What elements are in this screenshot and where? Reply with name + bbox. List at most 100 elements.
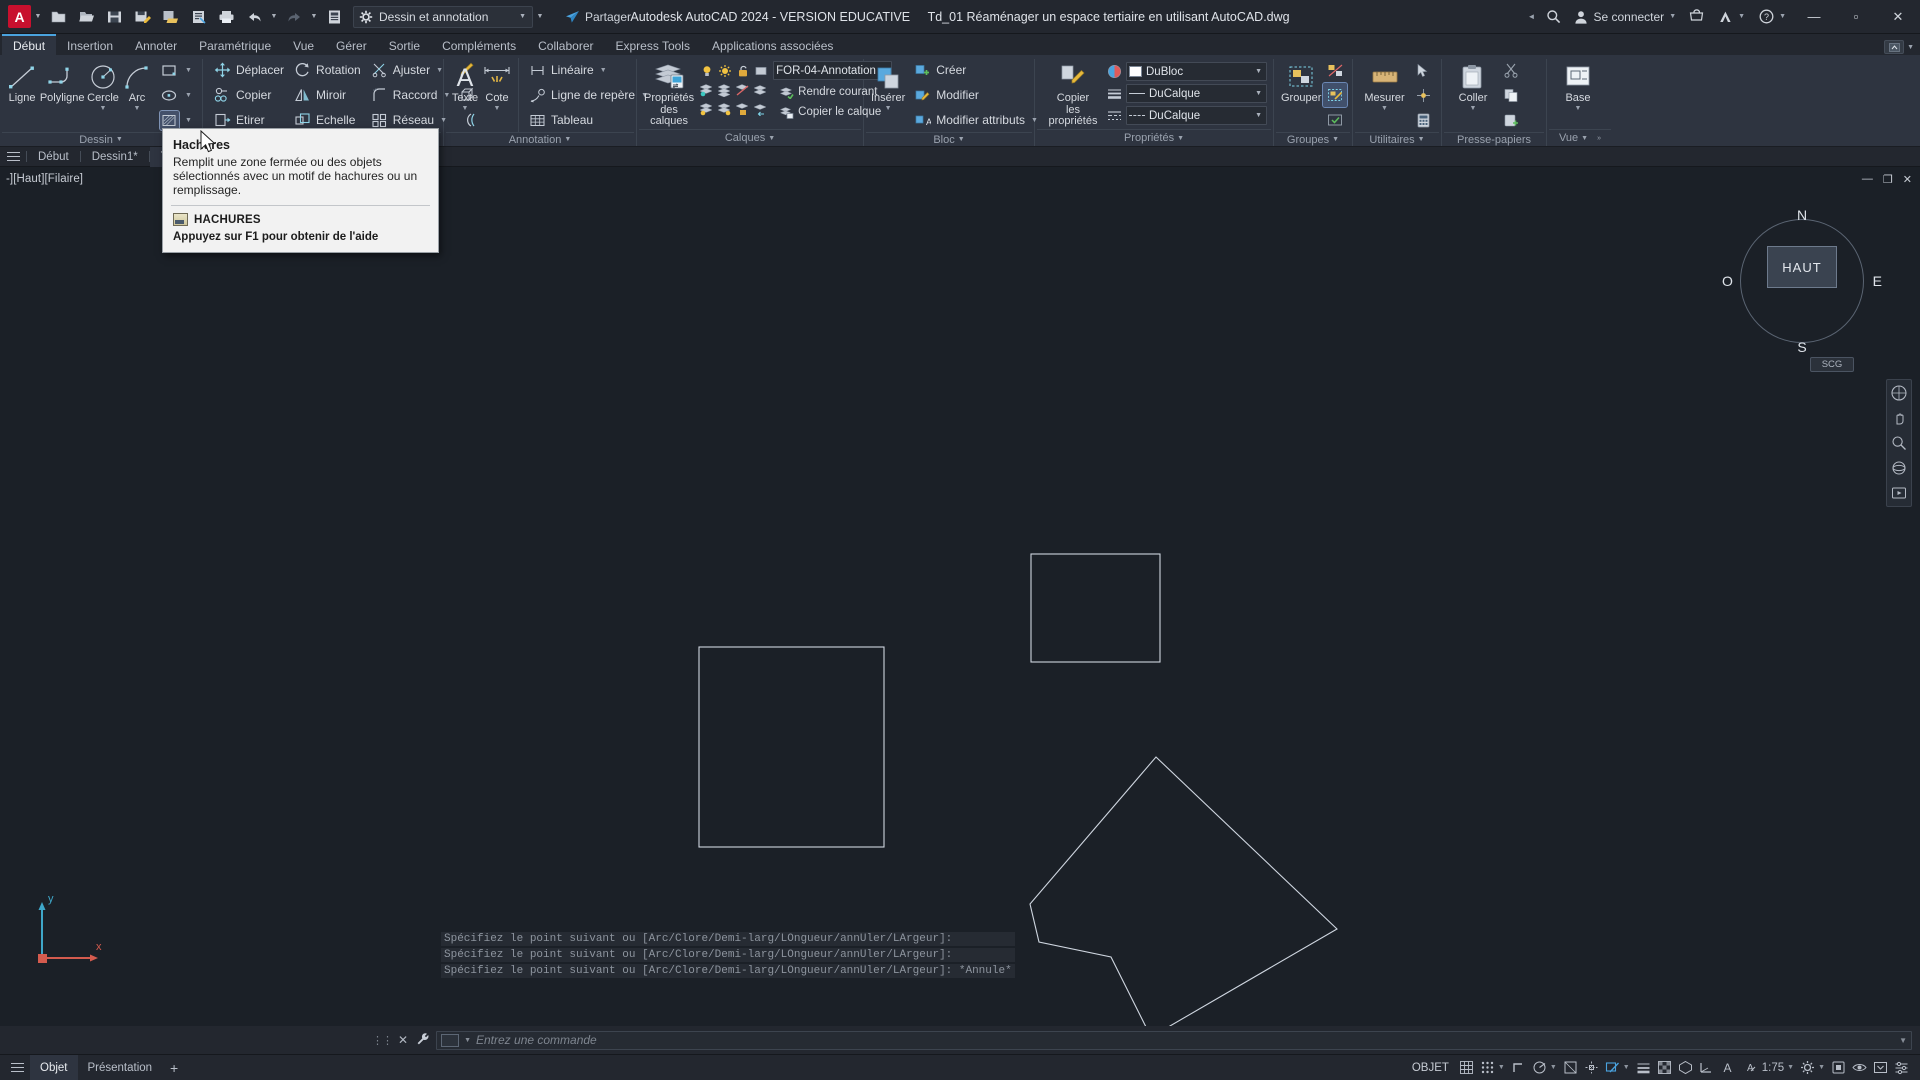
paste-dropdown-icon[interactable]: ▼ <box>1470 105 1477 112</box>
ribbon-tab-gerer[interactable]: Gérer <box>325 34 378 55</box>
app-menu-chevron-icon[interactable]: ▼ <box>33 0 43 33</box>
polygon-shape[interactable] <box>1029 756 1338 1026</box>
batch-plot-icon[interactable] <box>321 4 347 30</box>
qat-customize-icon[interactable]: ▼ <box>535 0 545 33</box>
command-line-grip-icon[interactable]: ⋮⋮ <box>372 1034 393 1047</box>
pan-icon[interactable] <box>1890 409 1908 427</box>
ribbon-tab-debut[interactable]: Début <box>2 34 57 55</box>
search-prev-icon[interactable]: ◄ <box>1525 12 1539 21</box>
layer-on-all-icon[interactable] <box>698 101 715 119</box>
undo-dropdown-icon[interactable]: ▼ <box>269 0 279 33</box>
line-button[interactable]: Ligne <box>6 58 38 104</box>
base-view-dropdown-icon[interactable]: ▼ <box>1575 105 1582 112</box>
match-properties-button[interactable]: Copier les propriétés <box>1041 58 1105 127</box>
polar-tracking-icon[interactable] <box>1529 1055 1550 1080</box>
ribbon-tab-vue[interactable]: Vue <box>282 34 325 55</box>
undo-icon[interactable] <box>241 4 267 30</box>
search-icon[interactable] <box>1540 4 1566 30</box>
annotation-panel-chevron-icon[interactable]: ▼ <box>564 136 571 143</box>
minimize-button[interactable]: — <box>1794 0 1834 34</box>
sign-in-button[interactable]: Se connecter ▼ <box>1568 6 1682 28</box>
paste-special-icon[interactable] <box>1499 108 1523 132</box>
workspace-switching-icon[interactable] <box>1797 1055 1818 1080</box>
add-layout-button[interactable]: + <box>162 1055 186 1080</box>
linewidth-combo-chevron-icon[interactable]: ▼ <box>1255 90 1264 97</box>
groupes-panel-chevron-icon[interactable]: ▼ <box>1332 136 1339 143</box>
insert-block-button[interactable]: Insérer ▼ <box>870 58 906 112</box>
layer-freeze-icon[interactable] <box>716 82 733 100</box>
selection-cycling-icon[interactable] <box>1602 1055 1623 1080</box>
workspace-chevron-icon[interactable]: ▼ <box>519 13 526 20</box>
measure-dropdown-icon[interactable]: ▼ <box>1381 105 1388 112</box>
customization-icon[interactable] <box>1891 1055 1912 1080</box>
ribbon-tab-applications-associees[interactable]: Applications associées <box>701 34 844 55</box>
ribbon-minimize-chevron-icon[interactable]: ▼ <box>1907 44 1914 51</box>
arc-button[interactable]: Arc ▼ <box>121 58 153 112</box>
redo-icon[interactable] <box>281 4 307 30</box>
base-view-button[interactable]: Base ▼ <box>1553 58 1603 112</box>
insert-block-dropdown-icon[interactable]: ▼ <box>885 105 892 112</box>
table-button[interactable]: Tableau <box>524 108 652 132</box>
snap-mode-chevron-icon[interactable]: ▼ <box>1498 1064 1508 1071</box>
showmotion-icon[interactable] <box>1890 484 1908 502</box>
save-to-web-icon[interactable] <box>157 4 183 30</box>
isolate-objects-icon[interactable] <box>1849 1055 1870 1080</box>
group-selection-icon[interactable] <box>1323 108 1347 132</box>
edit-block-button[interactable]: Modifier <box>909 83 1042 107</box>
lineweight-icon[interactable] <box>1633 1055 1654 1080</box>
utilitaires-panel-chevron-icon[interactable]: ▼ <box>1418 136 1425 143</box>
transparency-icon[interactable] <box>1654 1055 1675 1080</box>
sign-in-chevron-icon[interactable]: ▼ <box>1669 13 1676 20</box>
hardware-acceleration-icon[interactable] <box>1828 1055 1849 1080</box>
layer-thaw-icon[interactable] <box>716 62 733 79</box>
circle-dropdown-icon[interactable]: ▼ <box>100 105 107 112</box>
save-icon[interactable] <box>101 4 127 30</box>
maximize-button[interactable]: ▫ <box>1836 0 1876 34</box>
vue-panel-chevron-icon[interactable]: ▼ <box>1581 135 1588 142</box>
layer-isolate-icon[interactable] <box>698 82 715 100</box>
viewcube-face[interactable]: HAUT <box>1767 246 1837 288</box>
circle-button[interactable]: Cercle ▼ <box>86 58 120 112</box>
zoom-extents-icon[interactable] <box>1890 434 1908 452</box>
layer-off-icon[interactable] <box>734 82 751 100</box>
trim-dropdown-icon[interactable]: ▼ <box>436 67 443 74</box>
ellipse-dropdown-icon[interactable]: ▼ <box>185 92 192 99</box>
command-input[interactable]: ▼ Entrez une commande ▼ <box>436 1030 1912 1050</box>
cut-icon[interactable] <box>1499 58 1523 82</box>
linear-dim-dropdown-icon[interactable]: ▼ <box>600 67 607 74</box>
command-line-settings-icon[interactable] <box>414 1032 432 1049</box>
rectangle-button[interactable]: ▼ <box>156 58 196 82</box>
color-combo-chevron-icon[interactable]: ▼ <box>1255 68 1264 75</box>
autodesk-account-button[interactable]: ▼ <box>1712 6 1751 28</box>
leader-button[interactable]: Ligne de repère ▼ <box>524 83 652 107</box>
workspace-selector[interactable]: Dessin et annotation ▼ <box>353 5 533 28</box>
save-as-icon[interactable] <box>129 4 155 30</box>
color-combo[interactable]: DuBloc ▼ <box>1126 62 1267 81</box>
linear-dimension-button[interactable]: Linéaire ▼ <box>524 58 652 82</box>
trim-button[interactable]: Ajuster ▼ <box>366 58 455 82</box>
3d-object-snap-icon[interactable] <box>1675 1055 1696 1080</box>
annotation-scale-chevron-icon[interactable]: ▼ <box>1787 1064 1797 1071</box>
layer-color-swatch[interactable] <box>752 62 769 79</box>
object-snap-icon[interactable] <box>1560 1055 1581 1080</box>
rotate-button[interactable]: Rotation <box>289 58 365 82</box>
arc-dropdown-icon[interactable]: ▼ <box>134 105 141 112</box>
orbit-icon[interactable] <box>1890 459 1908 477</box>
layer-thaw-all-icon[interactable] <box>716 101 733 119</box>
text-dropdown-icon[interactable]: ▼ <box>462 105 469 112</box>
ribbon-tab-collaborer[interactable]: Collaborer <box>527 34 604 55</box>
small-rectangle[interactable] <box>1030 553 1161 663</box>
layer-previous-icon[interactable] <box>752 101 769 119</box>
object-snap-tracking-icon[interactable] <box>1581 1055 1602 1080</box>
annotation-visibility-icon[interactable]: A <box>1717 1055 1738 1080</box>
dessin-panel-chevron-icon[interactable]: ▼ <box>116 136 123 143</box>
dimension-dropdown-icon[interactable]: ▼ <box>494 105 501 112</box>
copy-button[interactable]: Copier <box>209 83 288 107</box>
ribbon-tab-insertion[interactable]: Insertion <box>56 34 124 55</box>
layer-properties-button[interactable]: Propriétés des calques <box>643 58 695 127</box>
layer-lock-icon[interactable] <box>734 101 751 119</box>
grid-display-icon[interactable] <box>1456 1055 1477 1080</box>
open-file-icon[interactable] <box>73 4 99 30</box>
calques-panel-chevron-icon[interactable]: ▼ <box>768 135 775 142</box>
point-select-icon[interactable] <box>1411 83 1435 107</box>
